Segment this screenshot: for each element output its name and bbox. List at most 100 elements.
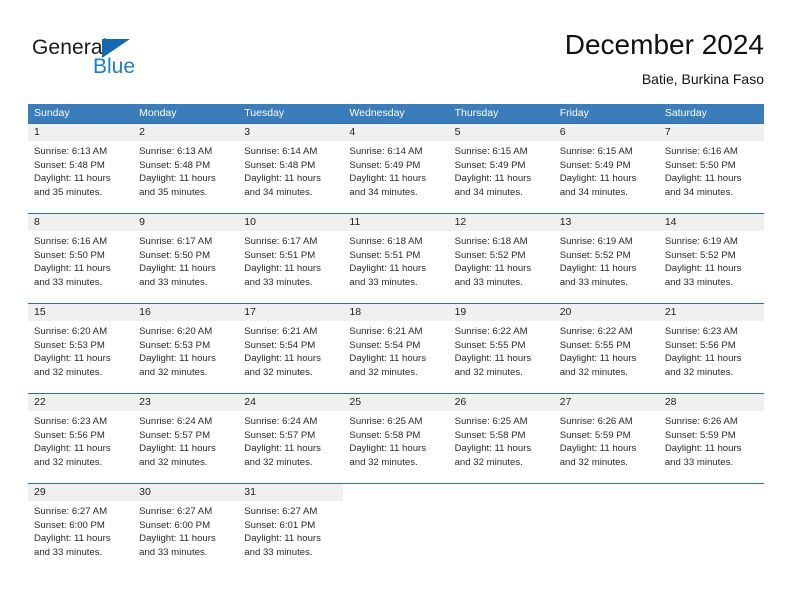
sunset-time: Sunset: 5:54 PM — [349, 339, 421, 351]
calendar-day-cell-empty — [553, 483, 659, 574]
weekday-header-saturday: Saturday — [658, 104, 764, 124]
calendar-day-cell[interactable]: 1 Sunrise: 6:13 AM Sunset: 5:48 PM Daylight… — [28, 123, 134, 214]
calendar-day-cell[interactable]: 8 Sunrise: 6:16 AM Sunset: 5:50 PM Daylight… — [28, 213, 134, 304]
daylight-duration-line1: Daylight: 11 hours — [559, 263, 637, 275]
day-number: 22 — [28, 394, 134, 411]
day-number: 26 — [448, 394, 554, 411]
weekday-header-sunday: Sunday — [28, 104, 134, 124]
calendar-day-cell[interactable]: 22 Sunrise: 6:23 AM Sunset: 5:56 PM Dayligh… — [28, 393, 134, 484]
day-details: Sunrise: 6:18 AM Sunset: 5:52 PM Daylight:… — [449, 231, 554, 289]
day-cell-inner: 19 Sunrise: 6:22 AM Sunset: 5:55 PM Dayligh… — [448, 304, 554, 393]
weekday-header-row: Sunday Monday Tuesday Wednesday Thursday… — [28, 104, 764, 124]
calendar-day-cell[interactable]: 2 Sunrise: 6:13 AM Sunset: 5:48 PM Daylight… — [133, 123, 239, 214]
calendar-day-cell[interactable]: 24 Sunrise: 6:24 AM Sunset: 5:57 PM Dayligh… — [238, 393, 344, 484]
daylight-duration-line2: and 32 minutes. — [244, 456, 313, 468]
calendar-day-cell[interactable]: 15 Sunrise: 6:20 AM Sunset: 5:53 PM Dayligh… — [28, 303, 134, 394]
calendar-day-cell[interactable]: 6 Sunrise: 6:15 AM Sunset: 5:49 PM Daylight… — [553, 123, 659, 214]
calendar-week-row: 8 Sunrise: 6:16 AM Sunset: 5:50 PM Daylight… — [28, 213, 764, 304]
day-number: 23 — [133, 394, 239, 411]
sunset-time: Sunset: 5:53 PM — [34, 339, 105, 351]
calendar-day-cell[interactable]: 3 Sunrise: 6:14 AM Sunset: 5:48 PM Daylight… — [238, 123, 344, 214]
day-number: 9 — [133, 214, 239, 231]
calendar-body: 1 Sunrise: 6:13 AM Sunset: 5:48 PM Daylight… — [28, 123, 764, 574]
day-number: 10 — [238, 214, 344, 231]
daylight-duration-line1: Daylight: 11 hours — [139, 533, 216, 545]
daylight-duration-line2: and 34 minutes. — [244, 186, 313, 198]
calendar-day-cell[interactable]: 17 Sunrise: 6:21 AM Sunset: 5:54 PM Dayligh… — [238, 303, 344, 394]
calendar-day-cell[interactable]: 9 Sunrise: 6:17 AM Sunset: 5:50 PM Daylight… — [133, 213, 239, 304]
calendar-day-cell[interactable]: 25 Sunrise: 6:25 AM Sunset: 5:58 PM Dayligh… — [343, 393, 449, 484]
calendar-day-cell[interactable]: 26 Sunrise: 6:25 AM Sunset: 5:58 PM Dayligh… — [448, 393, 554, 484]
day-number: 14 — [658, 214, 764, 231]
day-cell-inner — [449, 484, 554, 574]
daylight-duration-line1: Daylight: 11 hours — [664, 353, 742, 365]
day-cell-inner: 9 Sunrise: 6:17 AM Sunset: 5:50 PM Daylight… — [133, 214, 239, 303]
sunrise-time: Sunrise: 6:23 AM — [34, 416, 108, 427]
day-number: 17 — [238, 304, 344, 321]
day-details: Sunrise: 6:16 AM Sunset: 5:50 PM Daylight:… — [659, 141, 764, 199]
calendar-day-cell[interactable]: 10 Sunrise: 6:17 AM Sunset: 5:51 PM Dayligh… — [238, 213, 344, 304]
calendar-day-cell[interactable]: 12 Sunrise: 6:18 AM Sunset: 5:52 PM Dayligh… — [448, 213, 554, 304]
calendar-day-cell[interactable]: 19 Sunrise: 6:22 AM Sunset: 5:55 PM Dayligh… — [448, 303, 554, 394]
day-number: 12 — [448, 214, 554, 231]
day-number: 5 — [448, 124, 554, 141]
calendar-day-cell[interactable]: 16 Sunrise: 6:20 AM Sunset: 5:53 PM Dayligh… — [133, 303, 239, 394]
calendar-day-cell[interactable]: 28 Sunrise: 6:26 AM Sunset: 5:59 PM Dayligh… — [658, 393, 764, 484]
sunset-time: Sunset: 5:49 PM — [454, 159, 526, 171]
day-details: Sunrise: 6:26 AM Sunset: 5:59 PM Daylight:… — [659, 411, 764, 469]
day-cell-inner: 25 Sunrise: 6:25 AM Sunset: 5:58 PM Dayligh… — [343, 394, 449, 483]
sunset-time: Sunset: 5:58 PM — [454, 429, 526, 441]
day-cell-inner: 28 Sunrise: 6:26 AM Sunset: 5:59 PM Dayligh… — [658, 394, 764, 483]
calendar-day-cell[interactable]: 30 Sunrise: 6:27 AM Sunset: 6:00 PM Dayligh… — [133, 483, 239, 574]
daylight-duration-line2: and 33 minutes. — [454, 276, 523, 288]
sunset-time: Sunset: 5:57 PM — [244, 429, 316, 441]
calendar-day-cell[interactable]: 31 Sunrise: 6:27 AM Sunset: 6:01 PM Dayligh… — [238, 483, 344, 574]
day-details: Sunrise: 6:19 AM Sunset: 5:52 PM Daylight:… — [554, 231, 659, 289]
daylight-duration-line1: Daylight: 11 hours — [664, 263, 742, 275]
daylight-duration-line1: Daylight: 11 hours — [559, 443, 637, 455]
day-cell-inner: 10 Sunrise: 6:17 AM Sunset: 5:51 PM Dayligh… — [238, 214, 344, 303]
calendar-day-cell[interactable]: 29 Sunrise: 6:27 AM Sunset: 6:00 PM Dayligh… — [28, 483, 134, 574]
day-cell-inner: 2 Sunrise: 6:13 AM Sunset: 5:48 PM Daylight… — [133, 124, 239, 213]
sunset-time: Sunset: 5:52 PM — [454, 249, 526, 261]
calendar-table: Sunday Monday Tuesday Wednesday Thursday… — [28, 104, 764, 574]
sunrise-time: Sunrise: 6:13 AM — [139, 146, 213, 157]
calendar-day-cell[interactable]: 23 Sunrise: 6:24 AM Sunset: 5:57 PM Dayligh… — [133, 393, 239, 484]
general-blue-logo[interactable]: General Blue — [32, 36, 252, 92]
daylight-duration-line1: Daylight: 11 hours — [244, 533, 321, 545]
day-cell-inner — [659, 484, 764, 574]
calendar-day-cell[interactable]: 14 Sunrise: 6:19 AM Sunset: 5:52 PM Dayligh… — [658, 213, 764, 304]
calendar-day-cell[interactable]: 21 Sunrise: 6:23 AM Sunset: 5:56 PM Dayligh… — [658, 303, 764, 394]
calendar-day-cell-empty — [658, 483, 764, 574]
calendar-day-cell[interactable]: 18 Sunrise: 6:21 AM Sunset: 5:54 PM Dayligh… — [343, 303, 449, 394]
sunset-time: Sunset: 5:51 PM — [349, 249, 421, 261]
daylight-duration-line1: Daylight: 11 hours — [139, 443, 216, 455]
day-cell-inner: 22 Sunrise: 6:23 AM Sunset: 5:56 PM Dayligh… — [28, 394, 134, 483]
sunrise-time: Sunrise: 6:14 AM — [349, 146, 423, 157]
sunrise-time: Sunrise: 6:27 AM — [139, 506, 213, 517]
calendar-day-cell[interactable]: 7 Sunrise: 6:16 AM Sunset: 5:50 PM Daylight… — [658, 123, 764, 214]
day-details: Sunrise: 6:20 AM Sunset: 5:53 PM Daylight:… — [28, 321, 133, 379]
day-number: 1 — [28, 124, 134, 141]
calendar-day-cell[interactable]: 27 Sunrise: 6:26 AM Sunset: 5:59 PM Dayligh… — [553, 393, 659, 484]
daylight-duration-line1: Daylight: 11 hours — [34, 173, 111, 185]
day-number: 27 — [553, 394, 659, 411]
day-number: 11 — [343, 214, 449, 231]
calendar-page: General Blue December 2024 Batie, Burkin… — [0, 0, 792, 612]
day-number: 29 — [28, 484, 134, 501]
sunset-time: Sunset: 5:53 PM — [139, 339, 211, 351]
day-details: Sunrise: 6:27 AM Sunset: 6:01 PM Daylight:… — [238, 501, 343, 559]
calendar-day-cell[interactable]: 5 Sunrise: 6:15 AM Sunset: 5:49 PM Daylight… — [448, 123, 554, 214]
sunrise-time: Sunrise: 6:27 AM — [34, 506, 108, 517]
calendar-day-cell[interactable]: 13 Sunrise: 6:19 AM Sunset: 5:52 PM Dayligh… — [553, 213, 659, 304]
calendar-day-cell[interactable]: 11 Sunrise: 6:18 AM Sunset: 5:51 PM Dayligh… — [343, 213, 449, 304]
sunset-time: Sunset: 5:48 PM — [34, 159, 105, 171]
calendar-day-cell[interactable]: 20 Sunrise: 6:22 AM Sunset: 5:55 PM Dayligh… — [553, 303, 659, 394]
day-cell-inner: 31 Sunrise: 6:27 AM Sunset: 6:01 PM Dayligh… — [238, 484, 344, 574]
calendar-day-cell-empty — [448, 483, 554, 574]
daylight-duration-line1: Daylight: 11 hours — [349, 353, 427, 365]
calendar-day-cell[interactable]: 4 Sunrise: 6:14 AM Sunset: 5:49 PM Daylight… — [343, 123, 449, 214]
day-number: 3 — [238, 124, 344, 141]
sunset-time: Sunset: 5:59 PM — [664, 429, 736, 441]
sunset-time: Sunset: 5:51 PM — [244, 249, 316, 261]
